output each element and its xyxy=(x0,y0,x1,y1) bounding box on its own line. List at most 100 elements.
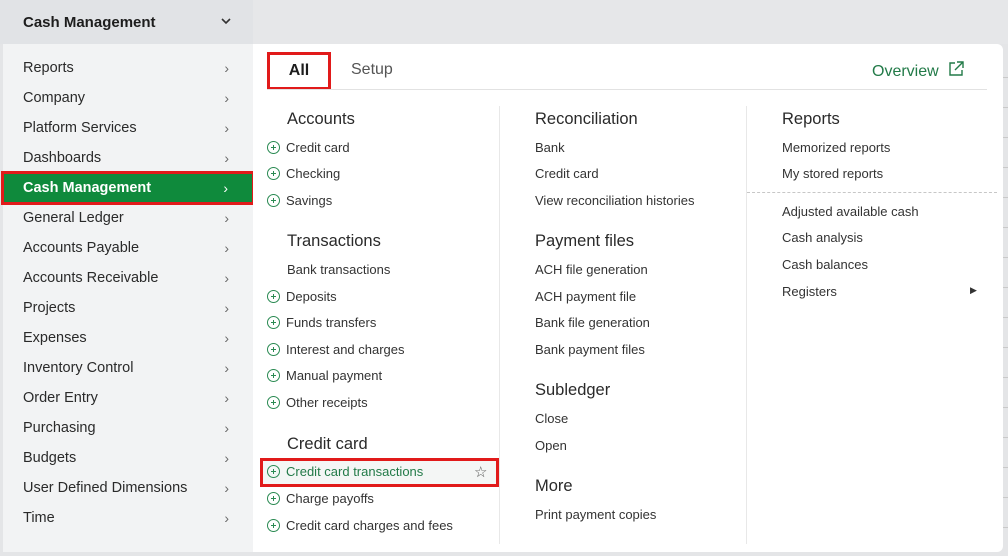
divider xyxy=(1003,497,1008,498)
tab-setup[interactable]: Setup xyxy=(351,61,393,79)
menu-link-reconcile-bank[interactable]: Bank xyxy=(535,140,565,155)
menu-link-label: Interest and charges xyxy=(286,342,405,357)
menu-link-interest-and-charges[interactable]: Interest and charges xyxy=(267,342,405,357)
chevron-right-icon: › xyxy=(224,510,229,526)
chevron-right-icon: › xyxy=(224,330,229,346)
column-divider xyxy=(499,106,500,544)
menu-link-checking[interactable]: Checking xyxy=(267,166,340,181)
menu-link-ach-payment-file[interactable]: ACH payment file xyxy=(535,289,636,304)
sidebar-item-order-entry[interactable]: Order Entry › xyxy=(3,383,253,413)
divider xyxy=(1003,167,1008,168)
sidebar-item-label: Accounts Payable xyxy=(23,240,140,256)
menu-link-other-receipts[interactable]: Other receipts xyxy=(267,395,368,410)
sidebar-item-cash-management[interactable]: Cash Management › xyxy=(1,171,255,205)
menu-link-credit-card-transactions[interactable]: Credit card transactions xyxy=(267,464,423,479)
menu-link-label: Bank transactions xyxy=(287,262,391,277)
sidebar-item-expenses[interactable]: Expenses › xyxy=(3,323,253,353)
menu-link-label: Bank payment files xyxy=(535,342,645,357)
menu-link-bank-file-generation[interactable]: Bank file generation xyxy=(535,315,650,330)
external-link-icon xyxy=(947,60,965,83)
menu-link-savings[interactable]: Savings xyxy=(267,193,332,208)
sidebar-item-inventory-control[interactable]: Inventory Control › xyxy=(3,353,253,383)
add-icon[interactable] xyxy=(267,465,280,478)
menu-link-label: Cash analysis xyxy=(782,230,863,245)
add-icon[interactable] xyxy=(267,343,280,356)
add-icon[interactable] xyxy=(267,141,280,154)
menu-link-label: Registers xyxy=(782,284,837,299)
menu-link-credit-card-charges-and-fees[interactable]: Credit card charges and fees xyxy=(267,518,453,533)
menu-link-ach-file-generation[interactable]: ACH file generation xyxy=(535,262,648,277)
menu-link-label: Credit card xyxy=(535,166,599,181)
sidebar-item-company[interactable]: Company › xyxy=(3,83,253,113)
chevron-right-icon: › xyxy=(224,450,229,466)
menu-link-deposits[interactable]: Deposits xyxy=(267,289,337,304)
divider xyxy=(1003,287,1008,288)
sidebar-item-purchasing[interactable]: Purchasing › xyxy=(3,413,253,443)
module-dropdown[interactable]: Cash Management xyxy=(0,0,253,44)
menu-link-charge-payoffs[interactable]: Charge payoffs xyxy=(267,491,374,506)
sidebar-item-reports[interactable]: Reports › xyxy=(3,53,253,83)
menu-link-funds-transfers[interactable]: Funds transfers xyxy=(267,315,376,330)
divider xyxy=(1003,347,1008,348)
menu-link-cash-balances[interactable]: Cash balances xyxy=(782,257,868,272)
sidebar-item-accounts-receivable[interactable]: Accounts Receivable › xyxy=(3,263,253,293)
menu-link-reconcile-credit-card[interactable]: Credit card xyxy=(535,166,599,181)
menu-link-bank-payment-files[interactable]: Bank payment files xyxy=(535,342,645,357)
chevron-right-icon: › xyxy=(224,60,229,76)
sidebar-item-label: Company xyxy=(23,90,86,106)
add-icon[interactable] xyxy=(267,519,280,532)
overview-link[interactable]: Overview xyxy=(872,60,965,83)
sidebar-item-label: User Defined Dimensions xyxy=(23,480,188,496)
sidebar-item-platform-services[interactable]: Platform Services › xyxy=(3,113,253,143)
add-icon[interactable] xyxy=(267,369,280,382)
tab-all[interactable]: All xyxy=(267,52,331,90)
divider xyxy=(1003,137,1008,138)
menu-link-label: Deposits xyxy=(286,289,337,304)
sidebar-item-general-ledger[interactable]: General Ledger › xyxy=(3,203,253,233)
section-title-credit-card: Credit card xyxy=(287,435,368,453)
menu-link-view-reconciliation-histories[interactable]: View reconciliation histories xyxy=(535,193,694,208)
chevron-right-icon: › xyxy=(224,270,229,286)
menu-link-label: Close xyxy=(535,411,569,426)
menu-panel: All Setup Overview Accounts Credit card … xyxy=(253,44,1003,552)
sidebar-item-projects[interactable]: Projects › xyxy=(3,293,253,323)
chevron-right-icon: › xyxy=(224,420,229,436)
divider xyxy=(1003,197,1008,198)
divider xyxy=(1003,467,1008,468)
menu-link-cash-analysis[interactable]: Cash analysis xyxy=(782,230,863,245)
overview-label: Overview xyxy=(872,62,939,80)
sidebar-item-dashboards[interactable]: Dashboards › xyxy=(3,143,253,173)
add-icon[interactable] xyxy=(267,492,280,505)
add-icon[interactable] xyxy=(267,194,280,207)
add-icon[interactable] xyxy=(267,167,280,180)
divider xyxy=(1003,257,1008,258)
sidebar-item-accounts-payable[interactable]: Accounts Payable › xyxy=(3,233,253,263)
menu-link-label: Bank xyxy=(535,140,565,155)
menu-link-label: Other receipts xyxy=(286,395,368,410)
sidebar-item-budgets[interactable]: Budgets › xyxy=(3,443,253,473)
menu-link-my-stored-reports[interactable]: My stored reports xyxy=(782,166,883,181)
menu-link-accounts-credit-card[interactable]: Credit card xyxy=(267,140,350,155)
chevron-right-icon: › xyxy=(224,300,229,316)
star-icon[interactable]: ☆ xyxy=(474,463,487,481)
section-title-payment-files: Payment files xyxy=(535,232,635,250)
menu-link-label: Print payment copies xyxy=(535,507,657,522)
sidebar-item-label: Budgets xyxy=(23,450,77,466)
add-icon[interactable] xyxy=(267,316,280,329)
menu-link-memorized-reports[interactable]: Memorized reports xyxy=(782,140,890,155)
divider xyxy=(1003,227,1008,228)
menu-link-manual-payment[interactable]: Manual payment xyxy=(267,368,382,383)
sidebar-item-label: Accounts Receivable xyxy=(23,270,159,286)
menu-link-open[interactable]: Open xyxy=(535,438,567,453)
dashed-divider xyxy=(747,192,997,193)
menu-link-close[interactable]: Close xyxy=(535,411,568,426)
menu-link-registers[interactable]: Registers xyxy=(782,284,837,299)
add-icon[interactable] xyxy=(267,290,280,303)
menu-link-print-payment-copies[interactable]: Print payment copies xyxy=(535,507,656,522)
sidebar-item-time[interactable]: Time › xyxy=(3,503,253,533)
add-icon[interactable] xyxy=(267,396,280,409)
sidebar-item-user-defined-dimensions[interactable]: User Defined Dimensions › xyxy=(3,473,253,503)
menu-link-bank-transactions[interactable]: Bank transactions xyxy=(287,262,390,277)
section-title-transactions: Transactions xyxy=(287,232,381,250)
menu-link-adjusted-available-cash[interactable]: Adjusted available cash xyxy=(782,204,919,219)
